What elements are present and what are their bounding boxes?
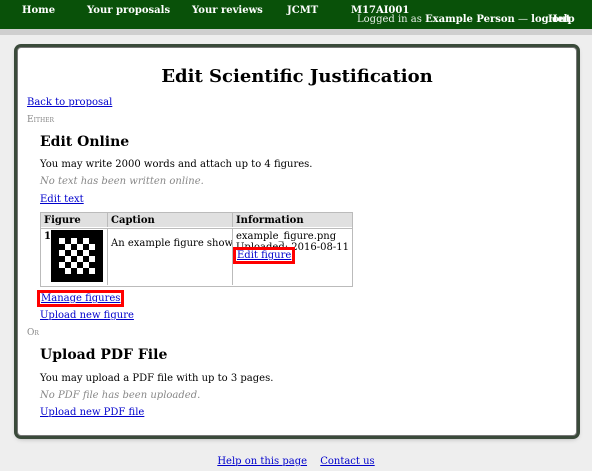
figure-caption-cell: An example figure showing ... <box>108 228 233 285</box>
figure-info-cell: example_figure.png Uploaded: 2016-08-11 … <box>233 228 352 285</box>
top-navigation-bar: Home Your proposals Your reviews JCMT M1… <box>0 0 592 29</box>
table-row: 1 <box>41 228 108 285</box>
logout-separator: — <box>517 14 528 25</box>
page-title: Edit Scientific Justification <box>161 66 433 87</box>
footer: Help on this page Contact us <box>0 456 592 467</box>
column-header-caption: Caption <box>108 213 233 227</box>
user-name: Example Person <box>425 14 515 25</box>
nav-shadow <box>0 29 592 35</box>
contact-us-link[interactable]: Contact us <box>320 456 374 467</box>
figure-thumbnail[interactable] <box>51 230 103 282</box>
manage-figures-link[interactable]: Manage figures <box>36 290 125 307</box>
figure-filename: example_figure.png <box>236 231 337 242</box>
pdf-status: No PDF file has been uploaded. <box>40 390 201 401</box>
online-description: You may write 2000 words and attach up t… <box>40 159 313 170</box>
or-label: Or <box>27 328 39 338</box>
main-panel: Edit Scientific Justification Back to pr… <box>17 47 577 436</box>
nav-reviews-link[interactable]: Your reviews <box>192 5 263 16</box>
nav-jcmt-link[interactable]: JCMT <box>287 5 318 16</box>
upload-new-pdf-link[interactable]: Upload new PDF file <box>40 407 144 418</box>
column-header-information: Information <box>233 213 352 227</box>
nav-home-link[interactable]: Home <box>22 5 55 16</box>
upload-new-figure-link[interactable]: Upload new figure <box>40 310 134 321</box>
checkerboard-image <box>51 230 103 282</box>
column-header-figure: Figure <box>41 213 108 227</box>
figure-number: 1 <box>44 231 51 242</box>
figure-caption: An example figure showing ... <box>111 238 233 249</box>
edit-figure-link[interactable]: Edit figure <box>233 247 296 264</box>
help-on-page-link[interactable]: Help on this page <box>217 456 307 467</box>
nav-proposals-link[interactable]: Your proposals <box>87 5 170 16</box>
either-label: Either <box>27 115 55 125</box>
back-to-proposal-link[interactable]: Back to proposal <box>27 97 112 108</box>
pdf-description: You may upload a PDF file with up to 3 p… <box>40 373 274 384</box>
upload-pdf-heading: Upload PDF File <box>40 347 168 363</box>
edit-text-link[interactable]: Edit text <box>40 194 84 205</box>
logged-in-status: Logged in as Example Person — log out <box>357 14 571 25</box>
online-status: No text has been written online. <box>40 176 204 187</box>
nav-help-link[interactable]: Help <box>548 14 575 25</box>
edit-online-heading: Edit Online <box>40 134 130 150</box>
logged-in-prefix: Logged in as <box>357 14 422 25</box>
figures-table: Figure Caption Information 1 An example … <box>40 212 353 287</box>
